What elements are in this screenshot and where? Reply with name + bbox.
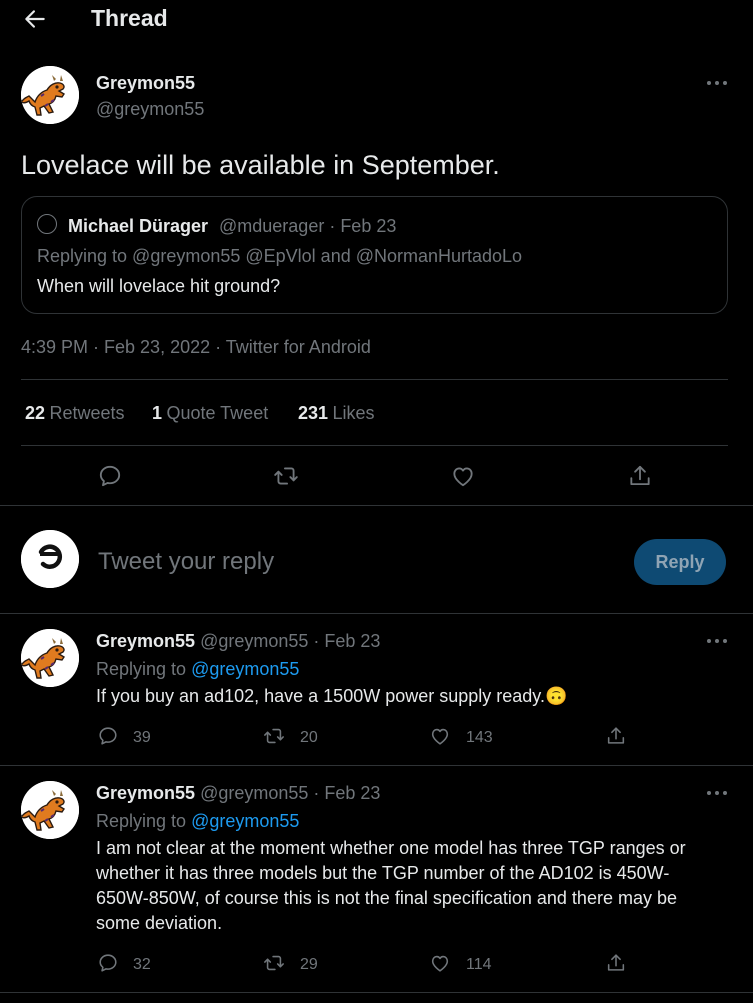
retweet-icon[interactable] <box>263 725 285 747</box>
replying-to: Replying to @greymon55 <box>96 659 299 680</box>
divider <box>0 613 753 614</box>
reply-text-line: I am not clear at the moment whether one… <box>96 838 686 858</box>
like-count: 143 <box>466 729 493 746</box>
user-avatar[interactable] <box>21 530 79 588</box>
reply-text-line: whether it has three models but the TGP … <box>96 863 670 883</box>
likes-stat[interactable]: 231 Likes <box>298 403 375 424</box>
reply-count: 32 <box>133 956 151 973</box>
back-arrow-icon[interactable] <box>22 6 48 32</box>
author-name[interactable]: Greymon55 <box>96 631 195 651</box>
reply-input[interactable]: Tweet your reply <box>98 548 274 576</box>
page-title: Thread <box>91 5 168 31</box>
reply-icon[interactable] <box>97 952 119 974</box>
author-name[interactable]: Greymon55 <box>96 783 195 803</box>
reply-header: Greymon55 @greymon55 · Feb 23 <box>96 631 380 652</box>
divider <box>0 765 753 766</box>
replying-handle-link[interactable]: @greymon55 <box>191 811 299 831</box>
quotes-label: Quote Tweet <box>166 403 269 423</box>
like-icon[interactable] <box>450 463 476 489</box>
reply-icon[interactable] <box>97 725 119 747</box>
replying-handle-link[interactable]: @greymon55 <box>191 659 299 679</box>
like-icon[interactable] <box>429 952 451 974</box>
share-icon[interactable] <box>605 952 627 974</box>
likes-label: Likes <box>332 403 375 423</box>
quote-tweets-stat[interactable]: 1 Quote Tweet <box>152 403 268 424</box>
like-count: 114 <box>466 956 492 973</box>
retweets-count: 22 <box>25 403 46 423</box>
like-icon[interactable] <box>429 725 451 747</box>
quoted-tweet[interactable]: Michael Dürager @mduerager · Feb 23 Repl… <box>21 196 728 314</box>
quoted-replying-to: Replying to @greymon55 @EpVlol and @Norm… <box>37 246 523 266</box>
author-handle[interactable]: @greymon55 <box>96 99 204 120</box>
avatar[interactable] <box>21 66 79 124</box>
reply-count: 39 <box>133 729 151 746</box>
quoted-text: When will lovelace hit ground? <box>37 276 281 296</box>
reply-text: I am not clear at the moment whether one… <box>96 836 686 936</box>
replying-prefix: Replying to <box>96 811 187 831</box>
avatar[interactable] <box>21 629 79 687</box>
retweet-count: 20 <box>300 729 318 746</box>
share-icon[interactable] <box>627 463 653 489</box>
retweet-count: 29 <box>300 956 318 973</box>
author-name[interactable]: Greymon55 <box>96 73 195 94</box>
reply-meta[interactable]: @greymon55 · Feb 23 <box>200 631 380 651</box>
quoted-avatar <box>37 214 57 234</box>
expucter-logo-icon <box>21 530 79 588</box>
divider <box>21 379 728 380</box>
tweet-timestamp[interactable]: 4:39 PM · Feb 23, 2022 · Twitter for And… <box>21 337 371 358</box>
more-icon[interactable] <box>706 78 728 88</box>
quoted-meta: @mduerager · Feb 23 <box>219 216 397 236</box>
dinosaur-avatar-icon <box>21 629 79 687</box>
tweet-text: Lovelace will be available in September. <box>21 150 500 180</box>
replying-prefix: Replying to <box>96 659 187 679</box>
quotes-count: 1 <box>152 403 163 423</box>
more-icon[interactable] <box>706 788 728 798</box>
divider <box>0 505 753 506</box>
retweet-icon[interactable] <box>273 463 299 489</box>
reply-text: If you buy an ad102, have a 1500W power … <box>96 686 568 706</box>
reply-text-line: 650W-850W, of course this is not the fin… <box>96 888 677 908</box>
divider <box>21 445 728 446</box>
share-icon[interactable] <box>605 725 627 747</box>
divider <box>0 992 753 993</box>
reply-icon[interactable] <box>97 463 123 489</box>
retweets-label: Retweets <box>49 403 125 423</box>
more-icon[interactable] <box>706 636 728 646</box>
dinosaur-avatar-icon <box>21 66 79 124</box>
retweet-icon[interactable] <box>263 952 285 974</box>
reply-text-line: some deviation. <box>96 913 223 933</box>
likes-count: 231 <box>298 403 329 423</box>
quoted-author-name: Michael Dürager <box>68 216 209 236</box>
reply-meta[interactable]: @greymon55 · Feb 23 <box>200 783 380 803</box>
replying-to: Replying to @greymon55 <box>96 811 299 832</box>
retweets-stat[interactable]: 22 Retweets <box>25 403 125 424</box>
reply-header: Greymon55 @greymon55 · Feb 23 <box>96 783 380 804</box>
avatar[interactable] <box>21 781 79 839</box>
dinosaur-avatar-icon <box>21 781 79 839</box>
reply-button[interactable]: Reply <box>634 539 726 585</box>
